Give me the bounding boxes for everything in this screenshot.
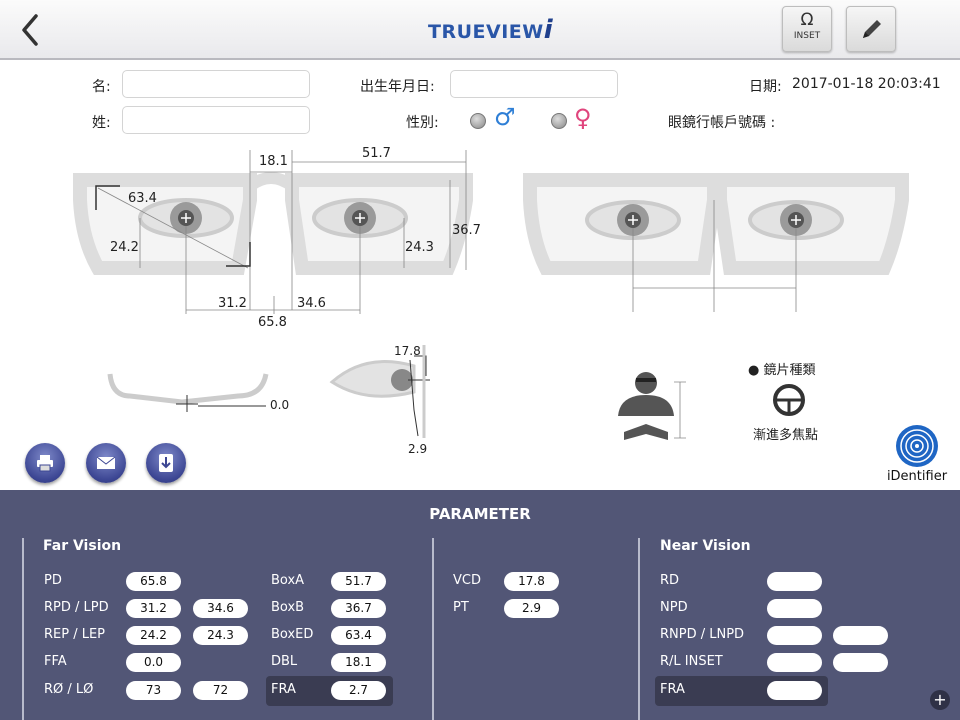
param-label: RNPD / LNPD [660,627,745,642]
printer-icon [37,455,53,472]
dbl-label: 18.1 [259,154,288,169]
edit-button[interactable] [846,6,896,52]
param-label: PD [44,573,62,588]
first-name-label: 名: [92,79,111,95]
divider [432,538,434,720]
param-value: 36.7 [331,599,386,618]
param-value: 34.6 [193,599,248,618]
param-value[interactable] [833,653,888,672]
parameter-title: PARAMETER [429,505,531,523]
param-value: 72 [193,681,248,700]
dob-field[interactable] [450,70,618,98]
parameter-panel: PARAMETER Far Vision Near Vision PD 65.8… [0,490,960,720]
envelope-icon [96,456,116,469]
lens-type-value: 漸進多焦點 [753,428,819,443]
param-label: BoxA [271,573,305,588]
print-button[interactable] [25,443,65,483]
param-value: 0.0 [126,653,181,672]
rpd-label: 31.2 [218,296,247,311]
param-label: FFA [44,654,67,669]
omega-icon: Ω [800,10,814,30]
ffa-label: 0.0 [270,398,290,412]
box-a-label: 51.7 [362,146,391,161]
divider [22,538,24,720]
male-radio[interactable] [470,113,486,129]
param-label: RØ / LØ [44,682,94,697]
param-label: PT [453,600,469,615]
download-icon [159,454,173,472]
reading-person-icon [618,372,686,440]
pt-label: 2.9 [408,442,428,456]
male-icon: ♂ [494,103,516,131]
param-label: REP / LEP [44,627,106,642]
vcd-label: 17.8 [394,344,421,358]
param-value[interactable] [767,572,822,591]
param-label: FRA [660,682,685,697]
param-value: 24.3 [193,626,248,645]
param-value[interactable] [767,653,822,672]
param-value[interactable] [767,681,822,700]
boxed-label: 63.4 [128,191,157,206]
last-name-label: 姓: [92,115,111,131]
date-value: 2017-01-18 20:03:41 [792,76,941,92]
param-value: 73 [126,681,181,700]
param-value: 65.8 [126,572,181,591]
add-plus-icon[interactable]: + [930,690,950,710]
pencil-icon [863,20,881,38]
param-value: 63.4 [331,626,386,645]
param-label: NPD [660,600,688,615]
lens-icon [773,384,805,416]
identifier-button[interactable]: iDentifier [884,424,950,488]
gender-label: 性別: [406,115,439,131]
param-label: VCD [453,573,481,588]
trueview-logo: TRUEVIEWi [428,15,554,45]
param-value: 31.2 [126,599,181,618]
lens-type-label: ● 鏡片種類 [748,363,816,378]
back-chevron-icon[interactable] [16,12,48,48]
female-icon: ♀ [574,104,592,132]
top-bar: TRUEVIEWi Ω INSET [0,0,960,60]
box-b-label: 36.7 [452,223,481,238]
param-value: 24.2 [126,626,181,645]
param-label: RPD / LPD [44,600,109,615]
account-number-label: 眼鏡行帳戶號碼 : [668,115,776,131]
date-label: 日期: [749,79,782,95]
param-value: 17.8 [504,572,559,591]
divider [638,538,640,720]
female-radio[interactable] [551,113,567,129]
inset-label: INSET [793,31,821,41]
param-label: R/L INSET [660,654,723,669]
last-name-field[interactable] [122,106,310,134]
pd-label: 65.8 [258,315,287,330]
rep-label: 24.2 [110,240,139,255]
param-label: FRA [271,682,296,697]
param-label: BoxED [271,627,314,642]
first-name-field[interactable] [122,70,310,98]
param-value: 2.7 [331,681,386,700]
email-button[interactable] [86,443,126,483]
identifier-icon [896,425,938,467]
dob-label: 出生年月日: [360,79,435,95]
far-vision-title: Far Vision [43,538,122,554]
param-value: 18.1 [331,653,386,672]
param-value[interactable] [767,599,822,618]
param-label: BoxB [271,600,305,615]
lep-label: 24.3 [405,240,434,255]
inset-button[interactable]: Ω INSET [782,6,832,52]
param-value: 51.7 [331,572,386,591]
near-vision-title: Near Vision [660,538,751,554]
param-value[interactable] [767,626,822,645]
param-value[interactable] [833,626,888,645]
export-button[interactable] [146,443,186,483]
param-label: DBL [271,654,298,669]
param-label: RD [660,573,680,588]
param-value: 2.9 [504,599,559,618]
lpd-label: 34.6 [297,296,326,311]
